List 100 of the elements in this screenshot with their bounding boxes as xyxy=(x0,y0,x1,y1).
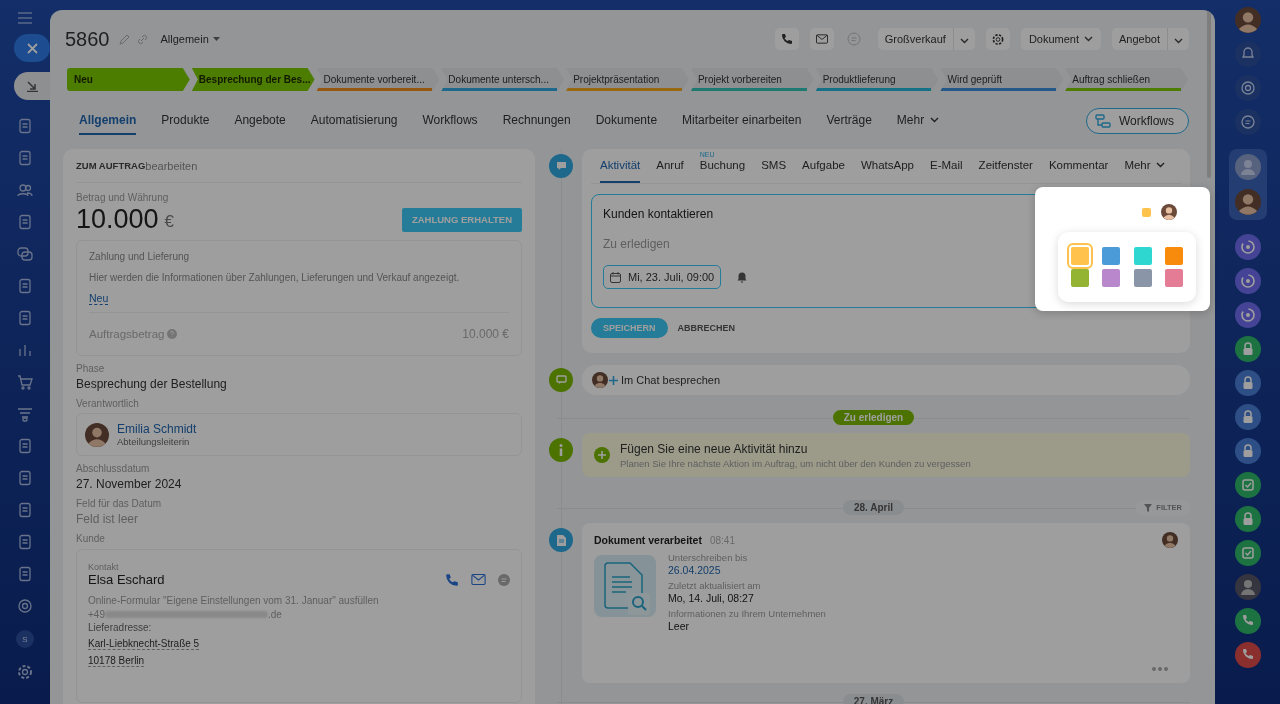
phone-icon[interactable] xyxy=(1234,642,1261,668)
email-suffix: .de xyxy=(267,609,282,620)
swirl-icon[interactable] xyxy=(1234,234,1261,260)
phone-icon[interactable] xyxy=(1234,608,1261,634)
section-tab[interactable]: Automatisierung xyxy=(310,107,398,135)
field-label: Kunde xyxy=(76,533,106,544)
user-icon[interactable] xyxy=(1234,574,1261,600)
stage-step[interactable]: Dokumente vorbereit... xyxy=(316,68,440,91)
activity-tab[interactable]: Zeitfenster xyxy=(978,149,1033,183)
document-dropdown[interactable]: Dokument xyxy=(1020,28,1101,50)
edit-link[interactable]: bearbeiten xyxy=(145,159,198,172)
close-button[interactable] xyxy=(14,34,50,62)
bell-icon[interactable] xyxy=(737,271,748,283)
stage-step[interactable]: Projektpräsentation xyxy=(566,68,689,91)
activity-tab[interactable]: Kommentar xyxy=(1048,149,1109,183)
people-icon[interactable] xyxy=(17,182,33,198)
todo-divider-label: Zu erledigen xyxy=(832,410,915,425)
cancel-button[interactable]: ABBRECHEN xyxy=(677,323,736,333)
user-badge[interactable]: S xyxy=(16,630,34,648)
color-swatch[interactable] xyxy=(1165,247,1183,265)
add-icon xyxy=(594,447,610,463)
section-tab[interactable]: Mitarbeiter einarbeiten xyxy=(682,107,802,135)
stage-step[interactable]: Projekt vorbereiten xyxy=(690,68,814,91)
call-button[interactable] xyxy=(774,28,799,50)
mail-button[interactable] xyxy=(809,28,834,50)
field-label: Zuletzt aktualisiert am xyxy=(668,580,761,591)
color-swatch[interactable] xyxy=(1102,247,1121,265)
color-swatch[interactable] xyxy=(1165,269,1183,287)
task-description-field[interactable]: Zu erledigen xyxy=(603,237,903,251)
user-icon[interactable] xyxy=(1234,154,1261,180)
menu-icon[interactable] xyxy=(18,12,32,24)
person-link[interactable]: Emilia Schmidt xyxy=(117,422,197,436)
sign-date-link[interactable]: 26.04.2025 xyxy=(668,564,721,576)
color-swatch[interactable] xyxy=(1133,247,1152,265)
deadline-chip[interactable]: Mi, 23. Juli, 09:00 xyxy=(603,265,722,289)
phone-icon[interactable] xyxy=(445,572,459,587)
stage-step[interactable]: Besprechung der Bes... xyxy=(191,68,315,91)
stage-step[interactable]: Wird geprüft xyxy=(940,68,1064,91)
date-divider-label: 28. April xyxy=(842,500,905,515)
minimize-button[interactable] xyxy=(14,72,50,100)
chat-discussion-item[interactable]: Im Chat besprechen xyxy=(582,365,1190,395)
address-link[interactable]: Karl-Liebknecht-Straße 5 xyxy=(88,638,200,650)
swirl-icon[interactable] xyxy=(1234,268,1261,294)
activity-tab[interactable]: Mehr xyxy=(1124,149,1165,183)
link-icon[interactable] xyxy=(136,33,148,45)
stage-step[interactable]: Auftrag schließen xyxy=(1065,68,1189,91)
pencil-icon[interactable] xyxy=(118,33,130,45)
new-link[interactable]: Neu xyxy=(89,292,109,305)
color-indicator[interactable] xyxy=(1142,207,1151,217)
activity-tab[interactable]: SMS xyxy=(761,149,787,183)
bell-icon[interactable] xyxy=(1234,41,1261,67)
workflows-button[interactable]: Workflows xyxy=(1085,108,1189,134)
category-dropdown[interactable]: Allgemein xyxy=(160,33,220,45)
target-icon[interactable] xyxy=(17,598,33,614)
color-swatch[interactable] xyxy=(1071,269,1089,287)
help-icon[interactable] xyxy=(167,329,178,339)
section-tab[interactable]: Angebote xyxy=(234,107,286,135)
section-tab[interactable]: Rechnungen xyxy=(502,107,571,135)
swirl-icon[interactable] xyxy=(1234,302,1261,328)
color-swatch[interactable] xyxy=(1102,269,1121,287)
avatar xyxy=(85,422,109,447)
stage-step[interactable]: Produktlieferung xyxy=(815,68,939,91)
cart-icon[interactable] xyxy=(17,374,33,390)
workflow-icon xyxy=(1094,114,1111,128)
settings-icon[interactable] xyxy=(17,664,33,680)
plus-icon xyxy=(609,375,618,385)
lock-icon[interactable] xyxy=(1234,438,1261,464)
lock-icon[interactable] xyxy=(1234,370,1261,396)
activity-tab[interactable]: Anruf xyxy=(656,149,684,183)
section-tab[interactable]: Verträge xyxy=(826,107,872,135)
phone-prefix: +49 xyxy=(88,609,105,620)
activity-tab[interactable]: E-Mail xyxy=(930,149,963,183)
section-tab[interactable]: Allgemein xyxy=(79,107,137,135)
task-title: Kunden kontaktieren xyxy=(603,207,714,221)
more-icon[interactable] xyxy=(1152,667,1168,671)
target-icon[interactable] xyxy=(1234,75,1261,101)
phone-icon xyxy=(780,33,793,45)
bars-icon[interactable] xyxy=(17,342,33,358)
lock-icon[interactable] xyxy=(1234,404,1261,430)
chat-icon[interactable] xyxy=(17,246,33,262)
chat-icon xyxy=(549,368,573,392)
section-tab[interactable]: Dokumente xyxy=(595,107,658,135)
section-tab[interactable]: Mehr xyxy=(896,107,940,135)
address-link[interactable]: 10178 Berlin xyxy=(88,655,145,667)
activity-tab[interactable]: Aktivität xyxy=(600,149,641,183)
stage-step[interactable]: Neu xyxy=(67,68,190,91)
chat-icon[interactable] xyxy=(498,573,510,586)
arrow-icon xyxy=(26,80,38,92)
mail-icon[interactable] xyxy=(471,574,486,585)
color-swatch[interactable] xyxy=(1133,269,1152,287)
lock-icon[interactable] xyxy=(1234,506,1261,532)
activity-tab[interactable]: Aufgabe xyxy=(802,149,845,183)
chat-icon[interactable] xyxy=(1234,109,1261,135)
funnel-icon[interactable] xyxy=(17,406,33,422)
settings-button[interactable] xyxy=(985,28,1010,50)
lock-icon[interactable] xyxy=(1234,336,1261,362)
section-tab[interactable]: Workflows xyxy=(422,107,478,135)
stage-step[interactable]: Dokumente untersch... xyxy=(441,68,565,91)
activity-tab[interactable]: WhatsApp xyxy=(860,149,914,183)
section-tab[interactable]: Produkte xyxy=(161,107,210,135)
